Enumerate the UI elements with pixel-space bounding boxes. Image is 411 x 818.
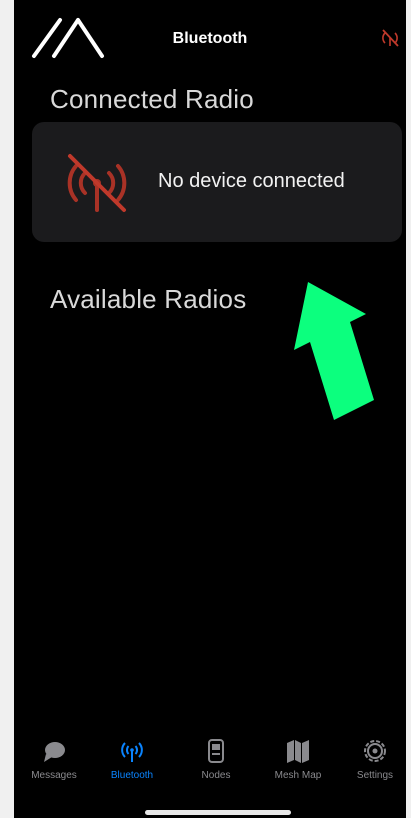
tab-bar: Messages Bluetooth Nodes Mesh Map Settin… <box>14 736 406 792</box>
navigation-header: Bluetooth <box>14 0 406 80</box>
tab-label: Mesh Map <box>274 770 322 781</box>
connected-radio-card[interactable]: No device connected <box>32 122 402 242</box>
tab-messages[interactable]: Messages <box>18 736 90 792</box>
right-frame <box>406 0 411 818</box>
no-device-label: No device connected <box>158 170 345 192</box>
page-title: Bluetooth <box>172 30 248 47</box>
tab-nodes[interactable]: Nodes <box>180 736 252 792</box>
radio-disconnected-icon <box>67 154 127 212</box>
map-icon <box>287 740 309 763</box>
tab-mesh-map[interactable]: Mesh Map <box>262 736 334 792</box>
message-bubble-icon <box>44 742 65 762</box>
tab-label: Nodes <box>201 770 231 781</box>
phone-screen: Bluetooth Connected Radio No device conn… <box>0 0 411 818</box>
green-arrow-icon <box>294 282 374 420</box>
available-radios-heading: Available Radios <box>50 284 247 314</box>
gear-icon <box>364 740 386 762</box>
radio-disconnected-icon[interactable] <box>380 28 400 48</box>
tab-label: Messages <box>31 770 77 781</box>
tab-label: Bluetooth <box>110 770 154 781</box>
connected-radio-heading: Connected Radio <box>50 84 254 114</box>
bluetooth-antenna-icon <box>121 742 143 762</box>
node-device-icon <box>208 739 224 763</box>
tab-settings[interactable]: Settings <box>339 736 411 792</box>
tab-bluetooth[interactable]: Bluetooth <box>96 736 168 792</box>
left-frame <box>0 0 14 818</box>
tab-label: Settings <box>356 770 394 781</box>
home-indicator[interactable] <box>145 810 291 815</box>
